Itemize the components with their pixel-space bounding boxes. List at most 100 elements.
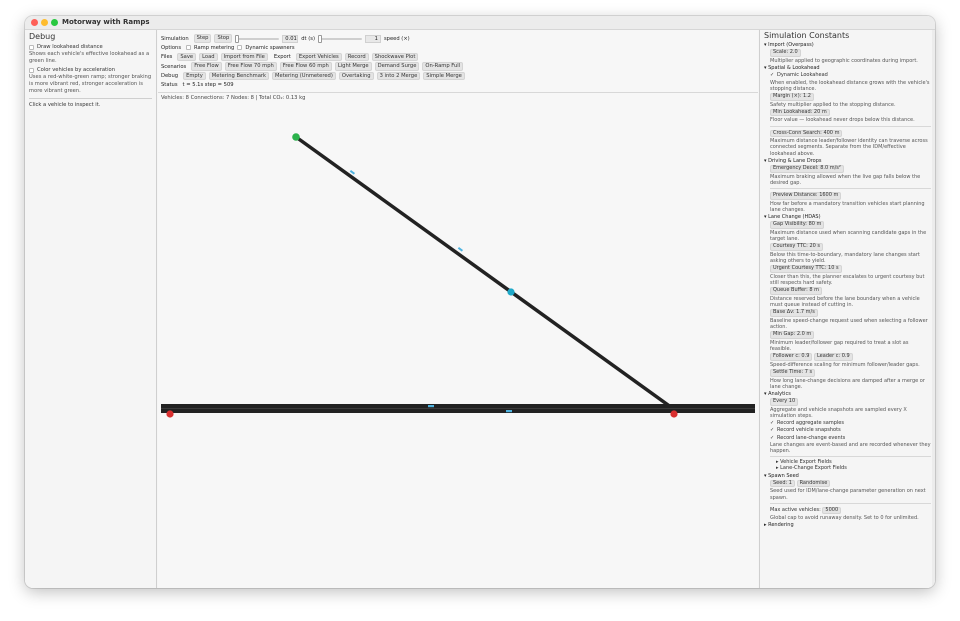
close-window-button[interactable] bbox=[31, 19, 38, 26]
randomise-button[interactable]: Randomise bbox=[796, 479, 831, 488]
draw-lookahead-checkbox[interactable] bbox=[29, 45, 34, 50]
spatial-header[interactable]: ▾ Spatial & Lookahead bbox=[764, 65, 931, 71]
spawn-seed-section: ▾ Spawn Seed Seed: 1 Randomise Seed used… bbox=[764, 473, 931, 528]
scenario-button[interactable]: Light Merge bbox=[334, 62, 372, 71]
preview-distance-field[interactable]: Preview Distance: 1600 m bbox=[770, 192, 842, 200]
lane-change-export-fields[interactable]: ▸ Lane-Change Export Fields bbox=[776, 465, 931, 471]
vehicle[interactable] bbox=[349, 170, 356, 175]
follower-c-field[interactable]: Follower c: 0.9 bbox=[770, 353, 813, 361]
dt-label: dt (s) bbox=[301, 35, 315, 42]
ramp-start-node[interactable] bbox=[292, 133, 300, 141]
scenario-button[interactable]: Free Flow bbox=[191, 62, 222, 71]
ramp-metering-checkbox[interactable] bbox=[186, 45, 192, 51]
dt-slider[interactable] bbox=[235, 34, 280, 43]
queue-buffer-field[interactable]: Queue Buffer: 8 m bbox=[770, 287, 823, 295]
record-aggregate-label: Record aggregate samples bbox=[777, 420, 844, 427]
settle-time-field[interactable]: Settle Time: 7 s bbox=[770, 369, 816, 377]
simulation-canvas[interactable] bbox=[158, 120, 758, 588]
import-file-button[interactable]: Import from File bbox=[220, 52, 268, 62]
rendering-header[interactable]: ▸ Rendering bbox=[764, 522, 931, 528]
debug-label: Debug bbox=[161, 72, 179, 79]
record-vehicle-toggle[interactable]: ✓ Record vehicle snapshots bbox=[770, 427, 931, 433]
motorway-start-node[interactable] bbox=[166, 410, 174, 418]
dt-value[interactable]: 0.01 bbox=[282, 34, 299, 43]
debug-scenario-button[interactable]: Overtaking bbox=[338, 71, 374, 81]
save-button[interactable]: Save bbox=[177, 52, 197, 62]
speed-label: speed (×) bbox=[383, 35, 410, 42]
shockwave-plot-button[interactable]: Shockwave Plot bbox=[371, 52, 419, 62]
record-aggregate-toggle[interactable]: ✓ Record aggregate samples bbox=[770, 420, 931, 426]
debug-scenario-button[interactable]: Metering Benchmark bbox=[208, 71, 270, 81]
analytics-section: ▾ Analytics Every 10 Aggregate and vehic… bbox=[764, 391, 931, 472]
vehicle[interactable] bbox=[428, 405, 434, 408]
courtesy-ttc-field[interactable]: Courtesy TTC: 20 s bbox=[770, 243, 824, 251]
cross-conn-desc: Maximum distance leader/follower identit… bbox=[770, 138, 928, 157]
record-button[interactable]: Record bbox=[344, 52, 369, 62]
minimize-window-button[interactable] bbox=[41, 19, 48, 26]
leader-c-field[interactable]: Leader c: 0.9 bbox=[813, 353, 853, 361]
courtesy-desc: Below this time-to-boundary, mandatory l… bbox=[770, 251, 920, 265]
stop-button[interactable]: Stop bbox=[214, 34, 233, 43]
step-button[interactable]: Step bbox=[193, 34, 212, 43]
urgent-ttc-field[interactable]: Urgent Courtesy TTC: 10 s bbox=[770, 265, 842, 273]
constants-scrollbar[interactable] bbox=[932, 30, 935, 588]
emergency-desc: Maximum braking allowed when the live ga… bbox=[770, 173, 921, 186]
divider bbox=[770, 188, 931, 190]
divider bbox=[770, 456, 931, 458]
min-lookahead-desc: Floor value — lookahead never drops belo… bbox=[770, 117, 915, 124]
merge-node[interactable] bbox=[670, 410, 678, 418]
dynamic-lookahead-toggle[interactable]: ✓ Dynamic Lookahead bbox=[770, 72, 931, 78]
record-lane-label: Record lane-change events bbox=[777, 434, 846, 441]
check-icon: ✓ bbox=[770, 72, 775, 79]
debug-scenario-button[interactable]: Metering (Unmetered) bbox=[272, 71, 336, 81]
seed-desc: Seed used for IDM/lane-change parameter … bbox=[770, 488, 926, 501]
margin-field[interactable]: Margin (×): 1.2 bbox=[770, 93, 814, 101]
record-desc: Lane changes are event-based and are rec… bbox=[770, 441, 931, 455]
window-title: Motorway with Ramps bbox=[62, 18, 150, 26]
max-active-field[interactable]: 5000 bbox=[822, 506, 842, 515]
constants-panel-title: Simulation Constants bbox=[764, 31, 850, 40]
emergency-decel-field[interactable]: Emergency Decel: 8.0 m/s² bbox=[770, 165, 844, 173]
status-label: Status bbox=[161, 82, 178, 89]
color-accel-checkbox[interactable] bbox=[29, 68, 34, 73]
min-gap-field[interactable]: Min Gap: 2.0 m bbox=[770, 331, 815, 339]
gap-visibility-field[interactable]: Gap Visibility: 80 m bbox=[770, 221, 825, 229]
cross-conn-field[interactable]: Cross-Conn Search: 400 m bbox=[770, 129, 843, 138]
debug-scenario-button[interactable]: 3 into 2 Merge bbox=[376, 71, 421, 81]
dt-slider-knob[interactable] bbox=[235, 34, 240, 43]
dynamic-spawners-checkbox[interactable] bbox=[237, 45, 243, 51]
debug-row: Debug Empty Metering Benchmark Metering … bbox=[161, 71, 755, 81]
import-section: ▾ Import (Overpass) Scale: 2.0 Multiplie… bbox=[764, 42, 931, 64]
scale-desc: Multiplier applied to geographic coordin… bbox=[770, 58, 918, 64]
speed-slider-knob[interactable] bbox=[317, 34, 322, 43]
network-stats: Vehicles: 8 Connections: 7 Nodes: 8 | To… bbox=[161, 94, 306, 101]
scale-field[interactable]: Scale: 2.0 bbox=[770, 49, 801, 57]
load-button[interactable]: Load bbox=[199, 52, 218, 62]
simulation-row: Simulation Step Stop 0.01 dt (s) 1 speed… bbox=[161, 34, 755, 43]
record-lane-toggle[interactable]: ✓ Record lane-change events bbox=[770, 435, 931, 441]
scenario-button[interactable]: Free Flow 70 mph bbox=[224, 62, 277, 71]
scenario-button[interactable]: Demand Surge bbox=[374, 62, 420, 71]
export-vehicles-button[interactable]: Export Vehicles bbox=[295, 52, 342, 62]
draw-lookahead-hint: Shows each vehicle's effective lookahead… bbox=[29, 51, 150, 64]
base-dv-field[interactable]: Base Δv: 1.7 m/s bbox=[770, 309, 818, 317]
check-icon: ✓ bbox=[770, 420, 775, 427]
main-area: Simulation Step Stop 0.01 dt (s) 1 speed… bbox=[158, 30, 758, 588]
vehicle[interactable] bbox=[457, 247, 464, 252]
record-vehicle-label: Record vehicle snapshots bbox=[777, 427, 841, 434]
divider bbox=[770, 125, 931, 127]
sample-every-field[interactable]: Every 10 bbox=[770, 398, 799, 406]
zoom-window-button[interactable] bbox=[51, 19, 58, 26]
base-desc: Baseline speed-change request used when … bbox=[770, 317, 928, 331]
debug-scenario-button[interactable]: Empty bbox=[183, 71, 206, 81]
ramp-mid-node[interactable] bbox=[507, 288, 515, 296]
debug-scenario-button[interactable]: Simple Merge bbox=[423, 71, 465, 81]
speed-slider[interactable] bbox=[317, 34, 362, 43]
scenario-button[interactable]: Free Flow 60 mph bbox=[279, 62, 332, 71]
scenario-button[interactable]: On-Ramp Full bbox=[422, 62, 464, 71]
min-lookahead-field[interactable]: Min Lookahead: 20 m bbox=[770, 108, 830, 117]
seed-field[interactable]: Seed: 1 bbox=[770, 479, 795, 488]
options-label: Options bbox=[161, 44, 182, 51]
vehicle[interactable] bbox=[506, 410, 512, 413]
speed-value[interactable]: 1 bbox=[364, 34, 381, 43]
